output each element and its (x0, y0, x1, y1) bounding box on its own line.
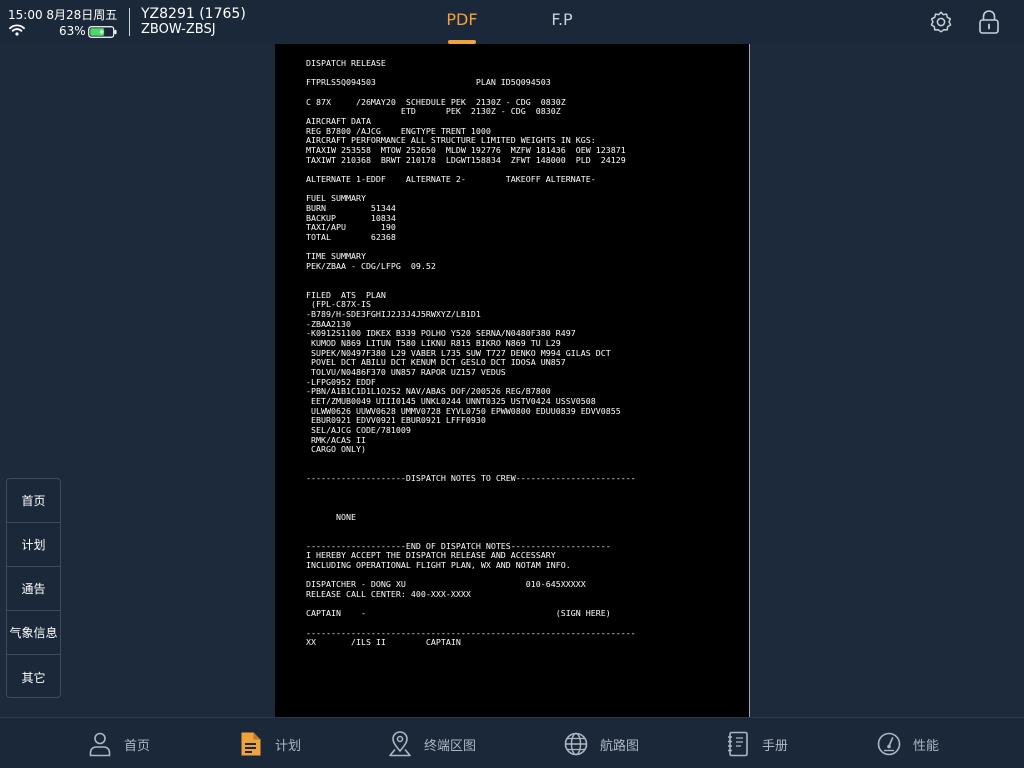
document-viewer[interactable]: DISPATCH RELEASE FTPRLS5Q094503 PLAN ID5… (0, 44, 1024, 717)
manual-icon (728, 731, 748, 757)
top-bar: 15:00 8月28日周五 63% YZ8291 (1765) ZBOW-ZBS… (0, 0, 1024, 44)
side-item-label: 其它 (21, 670, 46, 685)
nav-label: 计划 (275, 738, 302, 754)
pdf-page[interactable]: DISPATCH RELEASE FTPRLS5Q094503 PLAN ID5… (275, 44, 749, 717)
side-item-label: 气象信息 (9, 626, 58, 640)
nav-terminal-charts[interactable]: 终端区图 (388, 730, 476, 758)
nav-enroute-charts[interactable]: 航路图 (564, 730, 639, 758)
document-line: NONE (306, 511, 356, 522)
document-line: RELEASE CALL CENTER: 400-XXX-XXXX (306, 589, 471, 600)
tab-fp-label: F.P (551, 10, 573, 29)
document-line: -B789/H-SDE3FGHIJ2J3J4J5RWXYZ/LB1D1 (306, 309, 481, 320)
document-line: DISPATCH RELEASE (306, 58, 386, 68)
status-time-date: 15:00 8月28日周五 (8, 8, 118, 22)
wifi-icon (9, 24, 25, 36)
nav-home[interactable]: 首页 (88, 730, 150, 758)
side-item-plan[interactable]: 计划 (7, 523, 60, 567)
side-item-other[interactable]: 其它 (7, 655, 60, 697)
nav-label: 性能 (913, 738, 940, 754)
lock-icon[interactable] (977, 9, 1001, 35)
bottom-nav: 首页 计划 终端区图 航路图 手册 性能 (0, 717, 1024, 768)
nav-label: 航路图 (600, 738, 640, 754)
side-menu: 首页 计划 通告 气象信息 其它 (6, 478, 61, 698)
tab-pdf[interactable]: PDF (436, 10, 488, 44)
nav-plan[interactable]: 计划 (239, 730, 301, 758)
dispatch-release-text: DISPATCH RELEASE FTPRLS5Q094503 PLAN ID5… (306, 58, 636, 648)
battery-icon (88, 26, 117, 38)
side-item-weather[interactable]: 气象信息 (7, 611, 60, 655)
document-line: INCLUDING OPERATIONAL FLIGHT PLAN, WX AN… (306, 560, 571, 571)
nav-performance[interactable]: 性能 (877, 730, 939, 758)
tab-pdf-label: PDF (446, 10, 478, 29)
document-line: TAXIWT 210368 BRWT 210178 LDGWT158834 ZF… (306, 154, 626, 165)
document-line: CAPTAIN - (SIGN HERE) (306, 608, 611, 619)
document-line: ALTERNATE 1-EDDF ALTERNATE 2- TAKEOFF AL… (306, 173, 596, 184)
document-line: CARGO ONLY) (306, 444, 366, 455)
document-line: TOTAL 62368 (306, 231, 396, 242)
tab-fp[interactable]: F.P (536, 10, 588, 44)
gauge-icon (877, 732, 901, 756)
person-icon (89, 732, 111, 757)
document-line: --------------------DISPATCH NOTES TO CR… (306, 473, 636, 484)
status-divider (129, 8, 130, 36)
document-icon (241, 732, 261, 756)
globe-icon (564, 732, 588, 756)
page-edge-divider (749, 44, 750, 717)
map-pin-icon (389, 731, 411, 757)
flight-route: ZBOW-ZBSJ (141, 22, 216, 37)
flight-number: YZ8291 (1765) (141, 6, 246, 22)
nav-label: 终端区图 (424, 738, 477, 754)
side-item-home[interactable]: 首页 (7, 479, 60, 523)
nav-label: 手册 (762, 738, 789, 754)
settings-gear-icon[interactable] (929, 10, 953, 34)
side-item-label: 计划 (21, 538, 46, 552)
battery-percent: 63% (59, 24, 86, 38)
document-line: XX /ILS II CAPTAIN (306, 637, 461, 648)
side-item-notice[interactable]: 通告 (7, 567, 60, 611)
side-item-label: 首页 (21, 494, 46, 508)
document-line: FTPRLS5Q094503 PLAN ID5Q094503 (306, 77, 551, 88)
nav-label: 首页 (124, 738, 151, 754)
nav-manual[interactable]: 手册 (726, 730, 788, 758)
side-item-label: 通告 (21, 582, 46, 596)
document-line: PEK/ZBAA - CDG/LFPG 09.52 (306, 260, 436, 271)
